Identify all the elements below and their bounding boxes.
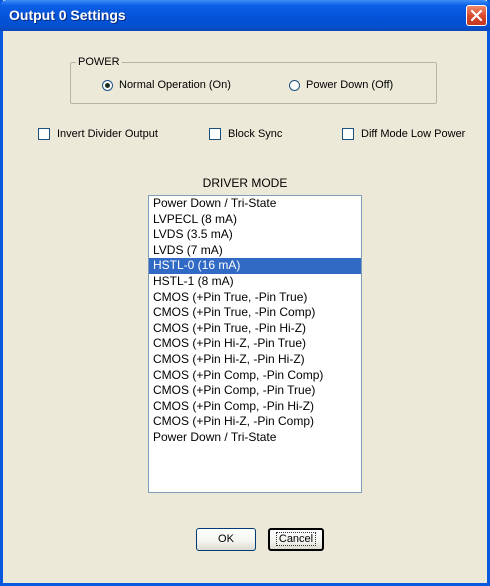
checkbox-label: Invert Divider Output — [57, 128, 158, 140]
power-legend: POWER — [78, 56, 120, 68]
radio-normal-operation[interactable]: Normal Operation (On) — [102, 79, 231, 91]
list-item[interactable]: CMOS (+Pin Comp, -Pin Comp) — [149, 368, 361, 384]
radio-label: Normal Operation (On) — [119, 79, 231, 91]
list-item[interactable]: Power Down / Tri-State — [149, 430, 361, 446]
list-item[interactable]: LVPECL (8 mA) — [149, 212, 361, 228]
window-title: Output 0 Settings — [9, 7, 126, 23]
checkbox-icon — [342, 128, 354, 140]
list-item[interactable]: LVDS (7 mA) — [149, 243, 361, 259]
list-item[interactable]: CMOS (+Pin True, -Pin True) — [149, 290, 361, 306]
title-bar[interactable]: Output 0 Settings — [0, 0, 490, 31]
list-item[interactable]: CMOS (+Pin Hi-Z, -Pin Comp) — [149, 414, 361, 430]
checkbox-diff-mode-low-power[interactable]: Diff Mode Low Power — [342, 128, 465, 140]
radio-selected-icon — [102, 79, 113, 91]
checkbox-label: Block Sync — [228, 128, 283, 140]
driver-mode-label: DRIVER MODE — [202, 176, 288, 190]
list-item[interactable]: CMOS (+Pin True, -Pin Hi-Z) — [149, 321, 361, 337]
cancel-label: Cancel — [275, 532, 317, 546]
radio-unselected-icon — [289, 79, 300, 91]
list-item[interactable]: LVDS (3.5 mA) — [149, 227, 361, 243]
list-item[interactable]: CMOS (+Pin Hi-Z, -Pin Hi-Z) — [149, 352, 361, 368]
checkbox-icon — [209, 128, 221, 140]
list-item[interactable]: CMOS (+Pin Comp, -Pin Hi-Z) — [149, 399, 361, 415]
settings-dialog: Output 0 Settings POWER Normal Operation… — [0, 0, 490, 586]
list-item[interactable]: CMOS (+Pin Hi-Z, -Pin True) — [149, 336, 361, 352]
list-item[interactable]: CMOS (+Pin True, -Pin Comp) — [149, 305, 361, 321]
radio-label: Power Down (Off) — [306, 79, 394, 91]
list-item[interactable]: HSTL-1 (8 mA) — [149, 274, 361, 290]
checkbox-icon — [38, 128, 50, 140]
list-item[interactable]: CMOS (+Pin Comp, -Pin True) — [149, 383, 361, 399]
dialog-body: POWER Normal Operation (On) Power Down (… — [3, 31, 487, 583]
close-button[interactable] — [466, 5, 487, 26]
checkbox-invert-divider-output[interactable]: Invert Divider Output — [38, 128, 158, 140]
radio-power-down[interactable]: Power Down (Off) — [289, 79, 393, 91]
cancel-button[interactable]: Cancel — [268, 528, 324, 551]
list-item[interactable]: HSTL-0 (16 mA) — [149, 258, 361, 274]
ok-button[interactable]: OK — [196, 528, 256, 551]
close-icon — [471, 10, 482, 21]
checkbox-label: Diff Mode Low Power — [361, 128, 466, 140]
driver-mode-listbox[interactable]: Power Down / Tri-State LVPECL (8 mA) LVDS … — [148, 195, 362, 493]
checkbox-block-sync[interactable]: Block Sync — [209, 128, 282, 140]
list-item[interactable]: Power Down / Tri-State — [149, 196, 361, 212]
